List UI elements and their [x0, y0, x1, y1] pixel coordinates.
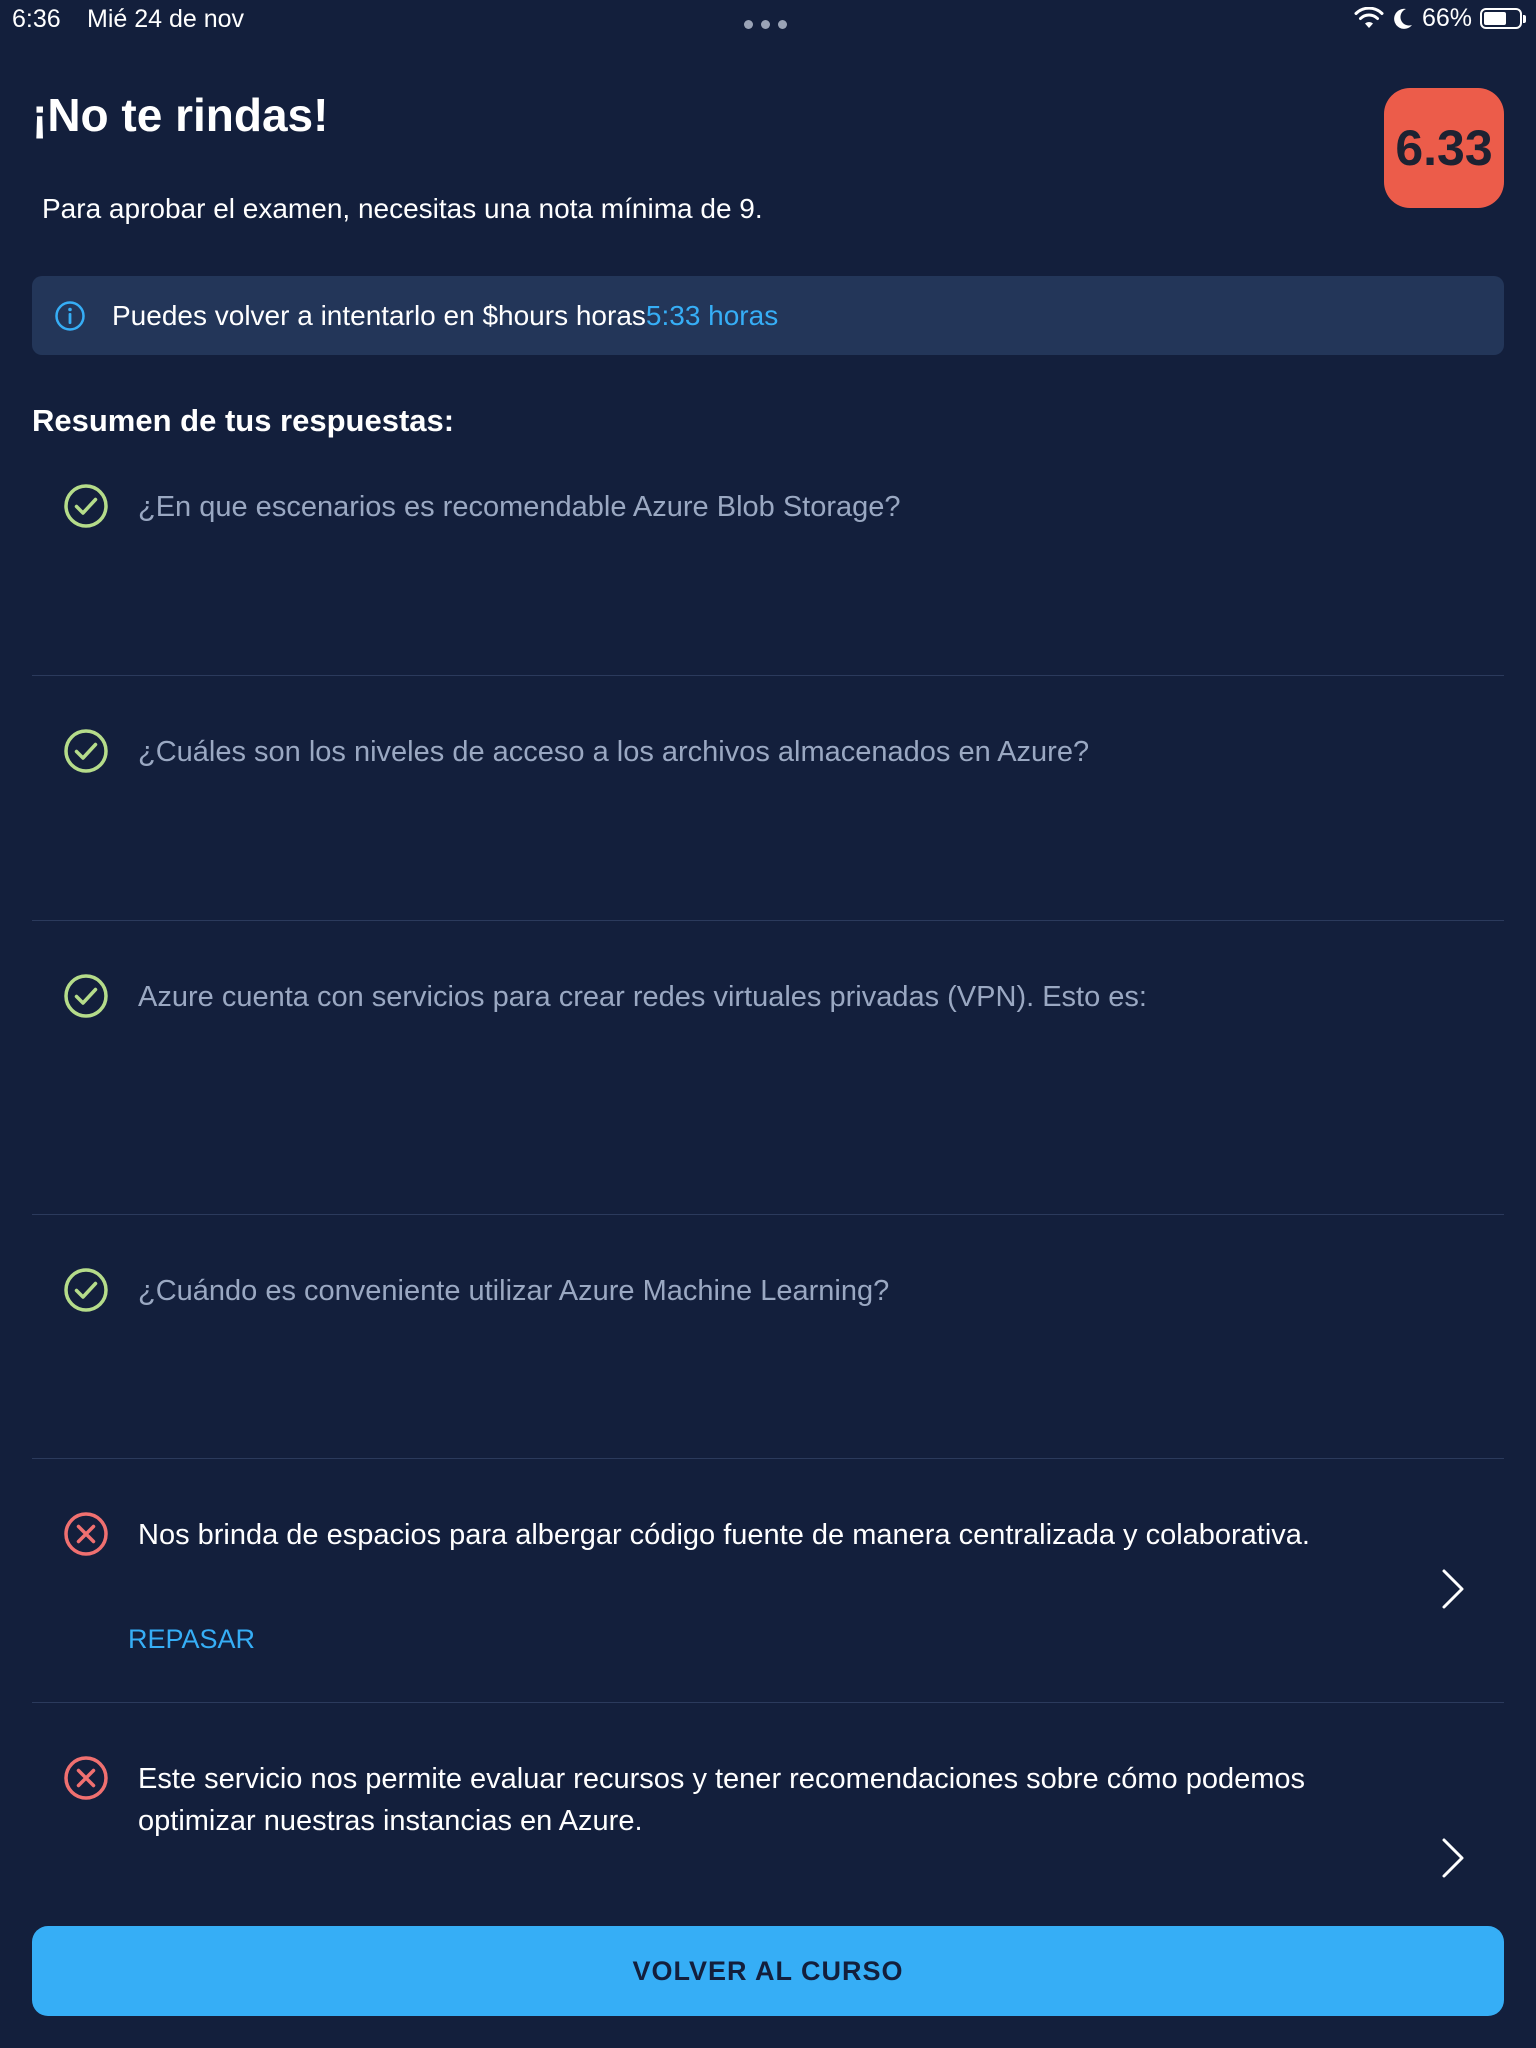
retry-info-text: Puedes volver a intentarlo en $hours hor… — [112, 300, 778, 332]
moon-icon — [1394, 8, 1412, 29]
page-title: ¡No te rindas! — [32, 89, 329, 141]
status-date: Mié 24 de nov — [87, 5, 245, 33]
status-time: 6:36 — [12, 5, 61, 33]
battery-icon — [1480, 8, 1526, 29]
answer-item: ¿Cuáles son los niveles de acceso a los … — [32, 676, 1504, 921]
summary-heading: Resumen de tus respuestas: — [32, 403, 455, 438]
check-circle-icon — [64, 484, 108, 528]
chevron-right-icon[interactable] — [1436, 1834, 1468, 1882]
retry-message: Puedes volver a intentarlo en $hours hor… — [112, 299, 646, 331]
check-circle-icon — [64, 1268, 108, 1312]
review-button[interactable]: REPASAR — [128, 1624, 255, 1655]
exam-result-screen: 6:36 Mié 24 de nov 66% ¡No te rindas! Pa… — [0, 0, 1536, 2048]
page-subtitle: Para aprobar el examen, necesitas una no… — [42, 193, 763, 224]
battery-fill — [1484, 12, 1506, 25]
retry-time: 5:33 horas — [645, 299, 779, 331]
answer-question: Azure cuenta con servicios para crear re… — [138, 981, 1147, 1013]
answer-item: ¿Cuándo es conveniente utilizar Azure Ma… — [32, 1215, 1504, 1459]
answer-item: ¿En que escenarios es recomendable Azure… — [32, 452, 1504, 676]
answer-question: Este servicio nos permite evaluar recurs… — [138, 1763, 1305, 1837]
answer-question: ¿En que escenarios es recomendable Azure… — [138, 491, 901, 523]
answer-question: ¿Cuándo es conveniente utilizar Azure Ma… — [138, 1275, 890, 1307]
chevron-right-icon[interactable] — [1436, 1565, 1468, 1613]
status-indicators: 66% — [1354, 4, 1526, 33]
battery-percent: 66% — [1421, 4, 1472, 32]
answer-item: Azure cuenta con servicios para crear re… — [32, 921, 1504, 1215]
x-circle-icon — [64, 1756, 108, 1800]
check-circle-icon — [64, 729, 108, 773]
check-circle-icon — [64, 974, 108, 1018]
answer-item-wrong[interactable]: Nos brinda de espacios para albergar cód… — [32, 1459, 1504, 1703]
retry-info-banner: Puedes volver a intentarlo en $hours hor… — [32, 276, 1504, 355]
answer-question: ¿Cuáles son los niveles de acceso a los … — [138, 736, 1090, 768]
wifi-icon — [1354, 6, 1384, 28]
multitasking-dots-icon[interactable] — [744, 20, 787, 29]
status-bar: 6:36 Mié 24 de nov 66% — [0, 0, 1536, 40]
x-circle-icon — [64, 1512, 108, 1556]
score-badge: 6.33 — [1384, 88, 1504, 208]
answer-question: Nos brinda de espacios para albergar cód… — [138, 1519, 1310, 1551]
answer-item-wrong[interactable]: Este servicio nos permite evaluar recurs… — [32, 1703, 1504, 1913]
back-to-course-button[interactable]: VOLVER AL CURSO — [32, 1926, 1504, 2016]
info-icon — [54, 300, 86, 332]
